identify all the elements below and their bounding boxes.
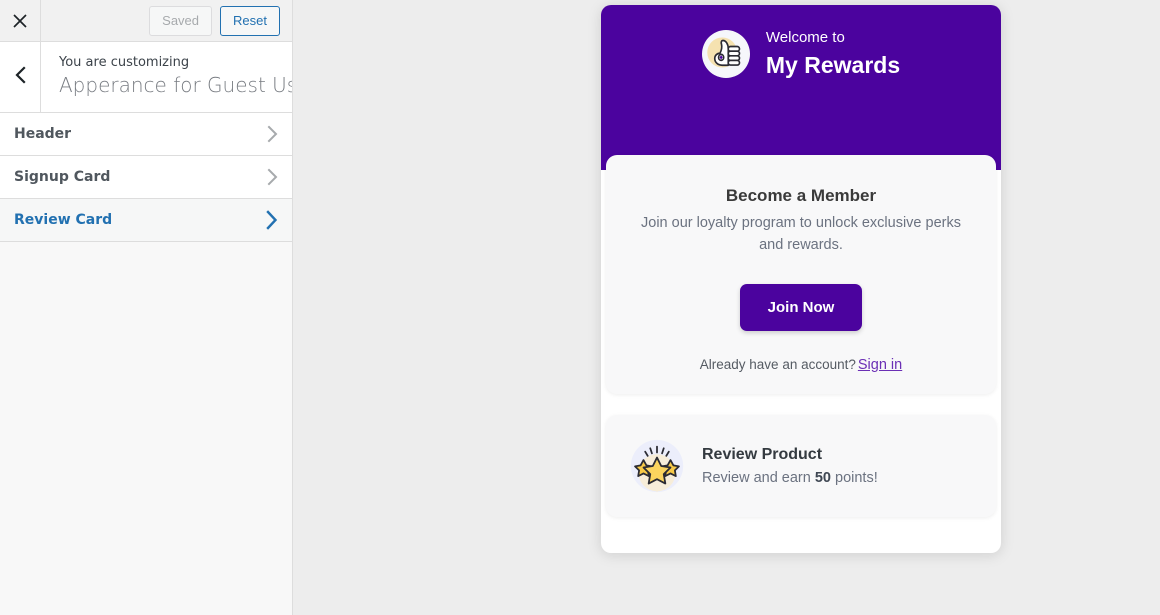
signup-card-footer: Already have an account? Sign in <box>606 357 996 373</box>
customizing-kicker: You are customizing <box>59 55 190 71</box>
signup-card-title: Become a Member <box>725 186 877 205</box>
rewards-widget: Welcome to My Rewards Become a Member Jo… <box>601 5 1001 553</box>
chevron-left-icon <box>13 65 27 89</box>
customizing-title: Apperance for Guest User <box>59 72 292 97</box>
sidebar-item-label: Review Card <box>14 212 113 228</box>
already-account-text: Already have an account? <box>699 356 856 372</box>
customizer-screen: Saved Reset You are customizing Apperanc… <box>0 0 1160 615</box>
widget-header-text: Welcome to My Rewards <box>766 27 900 81</box>
customizer-section-list: Header Signup Card Review Card <box>0 113 292 242</box>
review-card-title: Review Product <box>702 445 823 463</box>
customizing-header: You are customizing Apperance for Guest … <box>0 42 292 113</box>
three-stars-icon <box>630 439 684 493</box>
chevron-right-icon <box>265 210 278 230</box>
sidebar-empty-area <box>0 242 292 615</box>
widget-header: Welcome to My Rewards <box>601 5 1001 170</box>
program-title: My Rewards <box>765 52 901 78</box>
chevron-right-icon <box>266 168 278 186</box>
review-points-value: 50 <box>814 470 831 487</box>
welcome-text: Welcome to <box>765 29 845 46</box>
review-subtitle-suffix: points! <box>830 470 878 487</box>
back-button[interactable] <box>0 42 41 112</box>
review-subtitle-prefix: Review and earn <box>702 470 815 487</box>
close-x-icon <box>12 13 28 29</box>
sidebar-item-label: Signup Card <box>14 169 111 185</box>
sidebar-item-review-card[interactable]: Review Card <box>0 199 292 242</box>
reset-button[interactable]: Reset <box>220 5 280 36</box>
review-card-subtitle: Review and earn 50 points! <box>702 468 878 488</box>
thumbs-up-coins-icon <box>701 30 750 79</box>
saved-button[interactable]: Saved <box>149 5 213 36</box>
customizer-sidebar: Saved Reset You are customizing Apperanc… <box>0 0 293 615</box>
sidebar-item-label: Header <box>14 126 72 142</box>
widget-body: Become a Member Join our loyalty program… <box>601 155 1001 553</box>
preview-area: Welcome to My Rewards Become a Member Jo… <box>294 0 1160 615</box>
review-card[interactable]: Review Product Review and earn 50 points… <box>606 415 996 517</box>
join-now-button[interactable]: Join Now <box>739 283 863 331</box>
toolbar-actions: Saved Reset <box>149 5 292 36</box>
customizing-text: You are customizing Apperance for Guest … <box>41 42 292 112</box>
sidebar-item-header[interactable]: Header <box>0 113 292 156</box>
sign-in-link[interactable]: Sign in <box>858 357 902 373</box>
chevron-right-icon <box>266 125 278 143</box>
signup-card-subtitle: Join our loyalty program to unlock exclu… <box>641 215 961 253</box>
customizer-toolbar: Saved Reset <box>0 0 292 42</box>
widget-header-inner: Welcome to My Rewards <box>701 27 900 81</box>
sidebar-item-signup-card[interactable]: Signup Card <box>0 156 292 199</box>
review-card-text: Review Product Review and earn 50 points… <box>702 444 878 489</box>
close-customizer-button[interactable] <box>0 0 41 41</box>
signup-card: Become a Member Join our loyalty program… <box>606 155 996 394</box>
